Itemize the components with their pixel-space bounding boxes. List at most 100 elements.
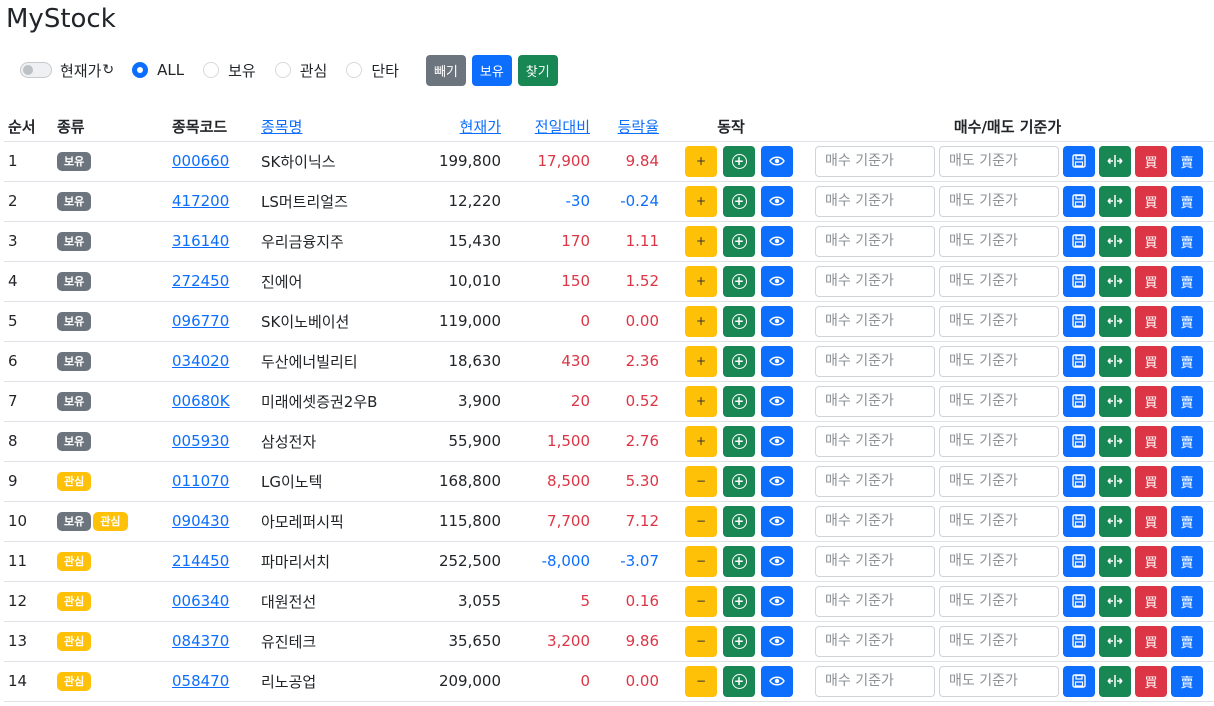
- sell-button[interactable]: 賣: [1171, 505, 1203, 537]
- buy-price-input[interactable]: [815, 345, 935, 377]
- price-toggle-switch[interactable]: [20, 62, 52, 78]
- save-button[interactable]: [1063, 265, 1095, 297]
- watch-button[interactable]: +: [685, 425, 717, 457]
- buy-button[interactable]: 買: [1135, 345, 1167, 377]
- view-button[interactable]: [761, 545, 793, 577]
- sell-price-input[interactable]: [939, 625, 1059, 657]
- buy-price-input[interactable]: [815, 665, 935, 697]
- save-button[interactable]: [1063, 505, 1095, 537]
- save-button[interactable]: [1063, 665, 1095, 697]
- view-button[interactable]: [761, 585, 793, 617]
- split-button[interactable]: [1099, 625, 1131, 657]
- save-button[interactable]: [1063, 305, 1095, 337]
- buy-button[interactable]: 買: [1135, 265, 1167, 297]
- sell-button[interactable]: 賣: [1171, 305, 1203, 337]
- view-button[interactable]: [761, 145, 793, 177]
- stock-code-link[interactable]: 272450: [172, 272, 229, 290]
- sell-price-input[interactable]: [939, 385, 1059, 417]
- split-button[interactable]: [1099, 505, 1131, 537]
- sell-button[interactable]: 賣: [1171, 625, 1203, 657]
- split-button[interactable]: [1099, 345, 1131, 377]
- buy-price-input[interactable]: [815, 265, 935, 297]
- col-header-name[interactable]: 종목명: [257, 112, 417, 142]
- stock-code-link[interactable]: 005930: [172, 432, 229, 450]
- buy-button[interactable]: 買: [1135, 505, 1167, 537]
- split-button[interactable]: [1099, 305, 1131, 337]
- add-circle-button[interactable]: +: [723, 465, 755, 497]
- add-circle-button[interactable]: +: [723, 545, 755, 577]
- add-circle-button[interactable]: +: [723, 505, 755, 537]
- view-button[interactable]: [761, 345, 793, 377]
- buy-button[interactable]: 買: [1135, 665, 1167, 697]
- buy-button[interactable]: 買: [1135, 465, 1167, 497]
- stock-code-link[interactable]: 006340: [172, 592, 229, 610]
- sell-price-input[interactable]: [939, 145, 1059, 177]
- stock-code-link[interactable]: 090430: [172, 512, 229, 530]
- buy-button[interactable]: 買: [1135, 145, 1167, 177]
- filter-radio-watch[interactable]: 관심: [274, 60, 327, 81]
- sell-button[interactable]: 賣: [1171, 345, 1203, 377]
- save-button[interactable]: [1063, 625, 1095, 657]
- add-circle-button[interactable]: +: [723, 345, 755, 377]
- view-button[interactable]: [761, 625, 793, 657]
- buy-price-input[interactable]: [815, 505, 935, 537]
- watch-button[interactable]: +: [685, 185, 717, 217]
- split-button[interactable]: [1099, 385, 1131, 417]
- view-button[interactable]: [761, 665, 793, 697]
- buy-button[interactable]: 買: [1135, 305, 1167, 337]
- buy-button[interactable]: 買: [1135, 225, 1167, 257]
- stock-code-link[interactable]: 011070: [172, 472, 229, 490]
- add-circle-button[interactable]: +: [723, 585, 755, 617]
- add-circle-button[interactable]: +: [723, 265, 755, 297]
- split-button[interactable]: [1099, 665, 1131, 697]
- buy-button[interactable]: 買: [1135, 625, 1167, 657]
- save-button[interactable]: [1063, 545, 1095, 577]
- sell-price-input[interactable]: [939, 305, 1059, 337]
- sell-price-input[interactable]: [939, 585, 1059, 617]
- unwatch-button[interactable]: −: [685, 465, 717, 497]
- col-header-change[interactable]: 전일대비: [505, 112, 594, 142]
- watch-button[interactable]: +: [685, 385, 717, 417]
- buy-button[interactable]: 買: [1135, 545, 1167, 577]
- add-circle-button[interactable]: +: [723, 425, 755, 457]
- buy-price-input[interactable]: [815, 145, 935, 177]
- sell-price-input[interactable]: [939, 345, 1059, 377]
- buy-price-input[interactable]: [815, 425, 935, 457]
- watch-button[interactable]: +: [685, 345, 717, 377]
- save-button[interactable]: [1063, 225, 1095, 257]
- filter-radio-daytrade[interactable]: 단타: [346, 60, 399, 81]
- watch-button[interactable]: +: [685, 265, 717, 297]
- sell-button[interactable]: 賣: [1171, 145, 1203, 177]
- sell-price-input[interactable]: [939, 545, 1059, 577]
- remove-button[interactable]: 빼기: [425, 54, 466, 86]
- save-button[interactable]: [1063, 425, 1095, 457]
- view-button[interactable]: [761, 225, 793, 257]
- stock-code-link[interactable]: 214450: [172, 552, 229, 570]
- buy-button[interactable]: 買: [1135, 385, 1167, 417]
- sell-button[interactable]: 賣: [1171, 665, 1203, 697]
- col-header-rate[interactable]: 등락율: [594, 112, 663, 142]
- add-circle-button[interactable]: +: [723, 225, 755, 257]
- save-button[interactable]: [1063, 465, 1095, 497]
- sell-price-input[interactable]: [939, 665, 1059, 697]
- stock-code-link[interactable]: 000660: [172, 152, 229, 170]
- split-button[interactable]: [1099, 425, 1131, 457]
- view-button[interactable]: [761, 465, 793, 497]
- split-button[interactable]: [1099, 465, 1131, 497]
- add-circle-button[interactable]: +: [723, 185, 755, 217]
- filter-radio-all[interactable]: ALL: [132, 61, 184, 79]
- buy-price-input[interactable]: [815, 305, 935, 337]
- buy-price-input[interactable]: [815, 545, 935, 577]
- stock-code-link[interactable]: 316140: [172, 232, 229, 250]
- unwatch-button[interactable]: −: [685, 665, 717, 697]
- stock-code-link[interactable]: 034020: [172, 352, 229, 370]
- sell-button[interactable]: 賣: [1171, 185, 1203, 217]
- sell-price-input[interactable]: [939, 465, 1059, 497]
- watch-button[interactable]: +: [685, 145, 717, 177]
- col-header-price[interactable]: 현재가: [417, 112, 505, 142]
- buy-price-input[interactable]: [815, 225, 935, 257]
- save-button[interactable]: [1063, 345, 1095, 377]
- split-button[interactable]: [1099, 185, 1131, 217]
- buy-price-input[interactable]: [815, 625, 935, 657]
- buy-price-input[interactable]: [815, 465, 935, 497]
